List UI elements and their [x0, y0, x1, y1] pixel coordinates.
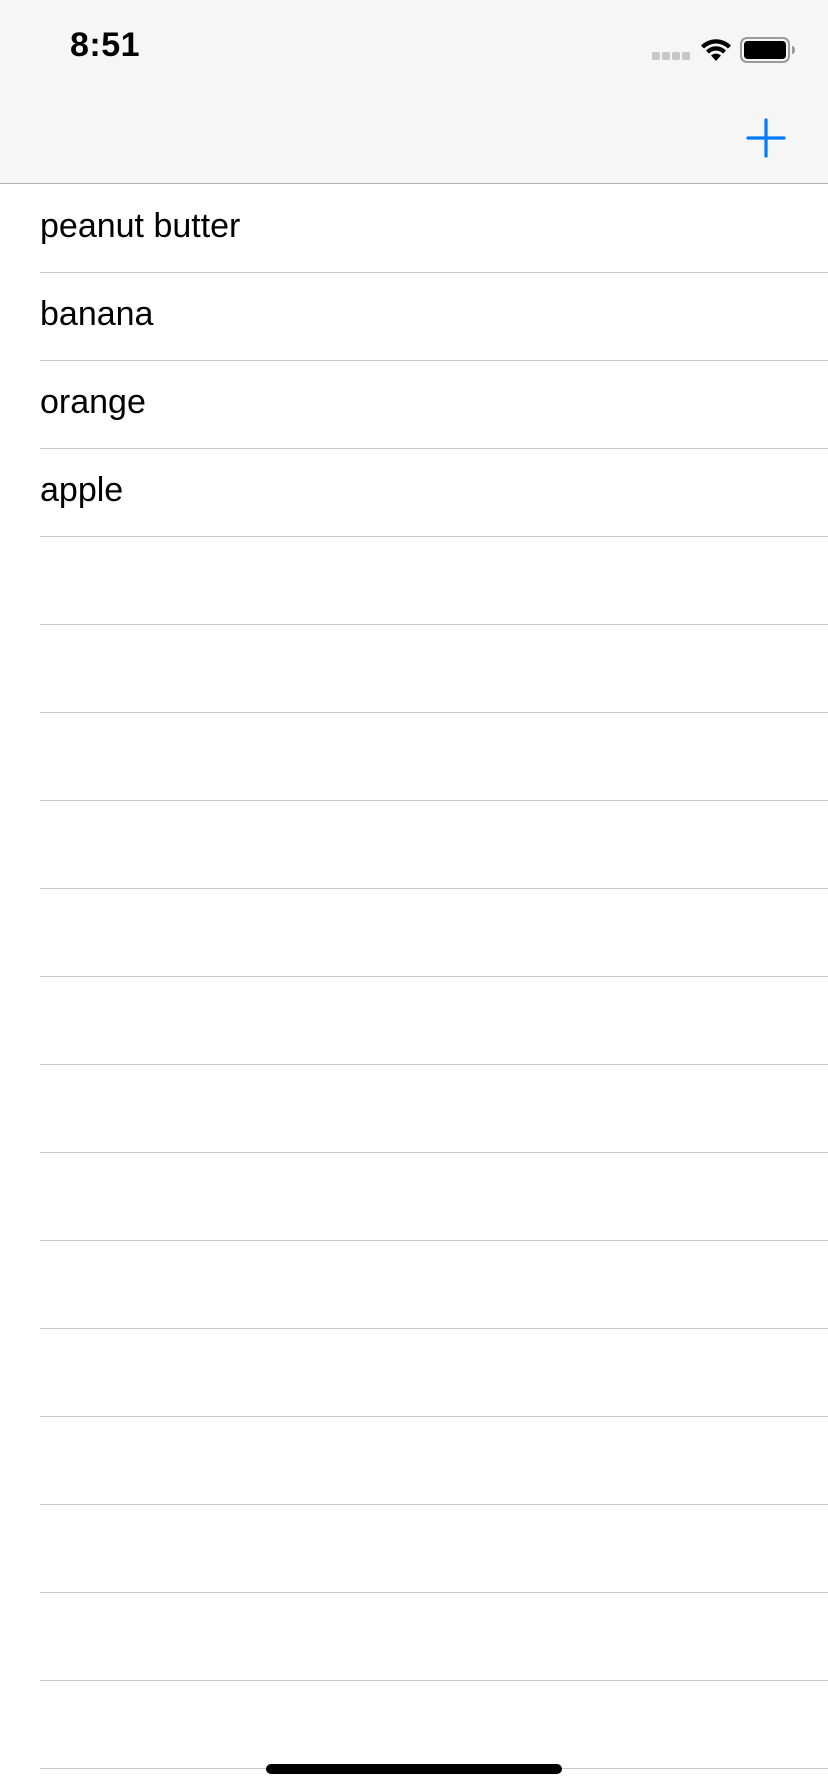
- screen: 8:51 peanut butter banana orange apple: [0, 0, 828, 1792]
- empty-table-row: [0, 1241, 828, 1329]
- status-bar-time: 8:51: [70, 26, 141, 64]
- empty-table-row: [0, 977, 828, 1065]
- row-label: apple: [40, 471, 124, 509]
- row-label: orange: [40, 383, 146, 421]
- table-row[interactable]: banana: [0, 273, 828, 361]
- row-label: peanut butter: [40, 207, 241, 245]
- empty-table-row: [0, 1065, 828, 1153]
- add-button[interactable]: [746, 118, 786, 158]
- empty-table-row: [0, 537, 828, 625]
- empty-table-row: [0, 1593, 828, 1681]
- items-table: peanut butter banana orange apple: [0, 185, 828, 1769]
- navigation-bar: 8:51: [0, 0, 828, 184]
- row-label: banana: [40, 295, 154, 333]
- empty-table-row: [0, 889, 828, 977]
- empty-table-row: [0, 1417, 828, 1505]
- signal-dots-icon: [652, 52, 692, 62]
- empty-table-row: [0, 801, 828, 889]
- empty-table-row: [0, 1153, 828, 1241]
- table-row[interactable]: apple: [0, 449, 828, 537]
- empty-table-row: [0, 1505, 828, 1593]
- battery-icon: [740, 37, 795, 63]
- empty-table-row: [0, 1681, 828, 1769]
- empty-table-row: [0, 1329, 828, 1417]
- home-indicator[interactable]: [266, 1764, 562, 1774]
- wifi-icon: [701, 39, 731, 61]
- empty-table-row: [0, 625, 828, 713]
- empty-table-row: [0, 713, 828, 801]
- table-row[interactable]: orange: [0, 361, 828, 449]
- plus-icon: [746, 118, 786, 158]
- table-row[interactable]: peanut butter: [0, 185, 828, 273]
